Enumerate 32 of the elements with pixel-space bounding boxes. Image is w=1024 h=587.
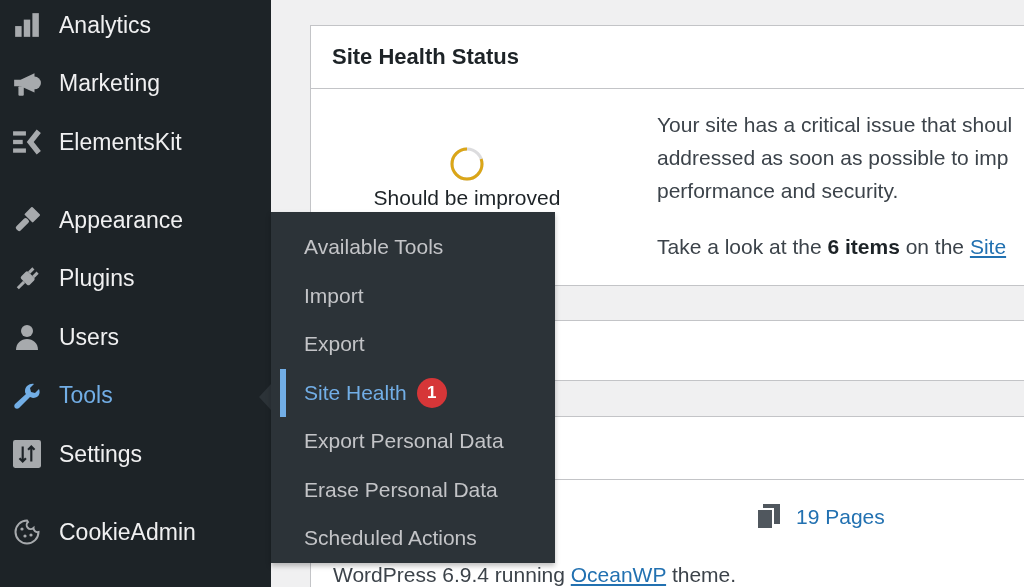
pages-icon <box>756 504 780 530</box>
sliders-icon <box>12 440 42 469</box>
submenu-item[interactable]: Available Tools <box>280 223 555 272</box>
submenu-item[interactable]: Erase Personal Data <box>280 465 555 514</box>
sidebar-item[interactable]: Analytics <box>0 0 271 55</box>
status-label: Should be improved <box>373 186 561 210</box>
submenu-item[interactable]: Site Health 1 <box>280 368 555 417</box>
sidebar-item[interactable]: Users <box>0 308 271 367</box>
sidebar-item[interactable]: Plugins <box>0 249 271 308</box>
submenu-item[interactable]: Export <box>280 320 555 369</box>
pages-count-link[interactable]: 19 Pages <box>756 502 885 532</box>
site-health-link[interactable]: Site <box>969 235 1007 258</box>
sidebar-item[interactable]: Appearance <box>0 191 271 250</box>
sidebar-item[interactable]: Tools <box>0 366 271 425</box>
wrench-icon <box>12 381 42 410</box>
submenu-item[interactable]: Import <box>280 271 555 320</box>
submenu-item[interactable]: Export Personal Data <box>280 417 555 466</box>
status-action-text: Take a look at the 6 items on the Site <box>657 234 1008 260</box>
notification-badge: 1 <box>416 377 447 408</box>
sidebar-item[interactable]: Marketing <box>0 54 271 113</box>
sidebar-item[interactable]: CookieAdmin <box>0 503 271 562</box>
theme-link[interactable]: OceanWP <box>570 563 667 586</box>
status-description: Your site has a critical issue that shoul addressed as soon as possible to imp performance and security. <box>657 112 1014 204</box>
logo-icon <box>12 128 42 157</box>
card-title: Site Health Status <box>332 44 520 70</box>
bar-chart-icon <box>12 11 42 40</box>
status-ring-icon <box>450 147 484 181</box>
submenu-item[interactable]: Scheduled Actions <box>280 514 555 563</box>
cookie-icon <box>12 518 42 547</box>
sidebar-item[interactable]: ElementsKit <box>0 113 271 172</box>
sidebar-item[interactable]: Settings <box>0 425 271 484</box>
version-text: WordPress 6.9.4 running OceanWP theme. <box>333 563 737 587</box>
